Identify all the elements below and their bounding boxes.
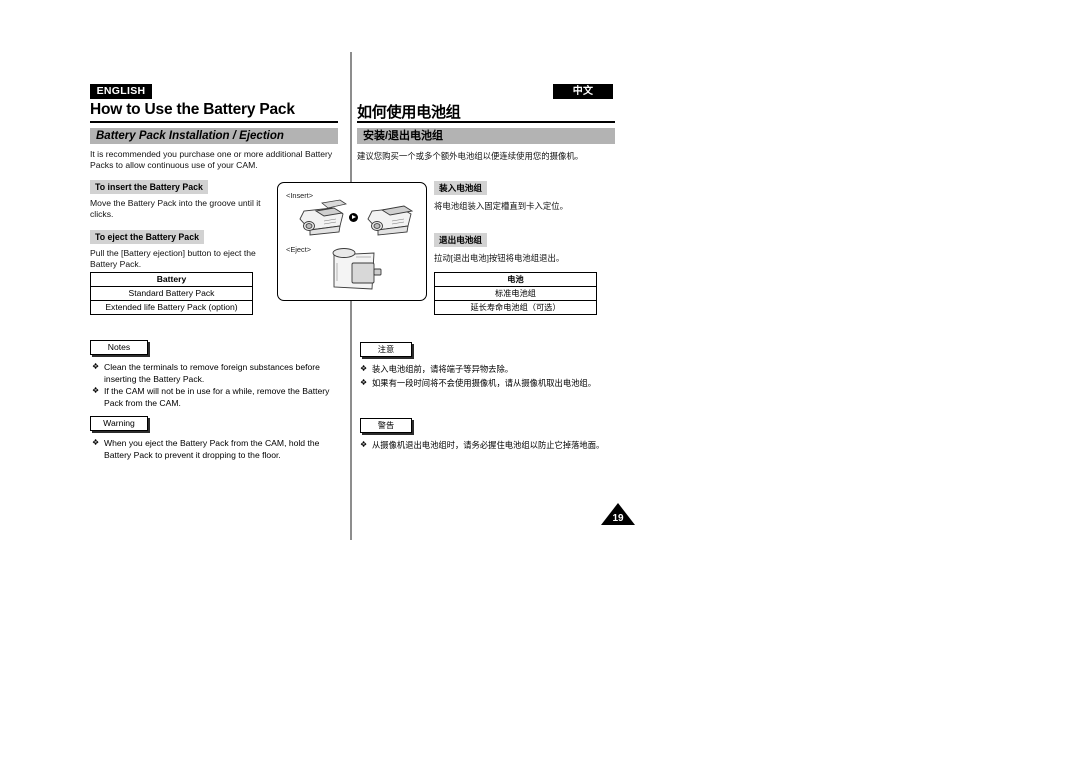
table-row: 电池 bbox=[434, 272, 597, 287]
battery-table-english: Battery Standard Battery Pack Extended l… bbox=[90, 272, 253, 315]
table-header-cell: 电池 bbox=[434, 272, 597, 287]
camcorder-illustration-battery-in bbox=[367, 205, 414, 236]
intro-paragraph-chinese: 建议您购买一个或多个额外电池组以便连续使用您的摄像机。 bbox=[357, 151, 584, 161]
list-item: Clean the terminals to remove foreign su… bbox=[92, 361, 340, 385]
notes-label-english: Notes bbox=[90, 340, 148, 355]
subheading-eject-chinese: 退出电池组 bbox=[434, 233, 487, 247]
camcorder-illustration-eject bbox=[332, 248, 382, 290]
warning-label-chinese: 警告 bbox=[360, 418, 412, 433]
eject-instructions-chinese: 拉动[退出电池]按钮将电池组退出。 bbox=[434, 253, 565, 263]
table-row: Extended life Battery Pack (option) bbox=[90, 300, 253, 315]
language-badge-chinese: 中文 bbox=[553, 84, 613, 99]
page-title-english: How to Use the Battery Pack bbox=[90, 101, 295, 118]
table-row: 延长寿命电池组（可选） bbox=[434, 300, 597, 315]
list-item: When you eject the Battery Pack from the… bbox=[92, 437, 340, 461]
subheading-insert-chinese: 装入电池组 bbox=[434, 181, 487, 195]
table-cell: Extended life Battery Pack (option) bbox=[90, 300, 253, 315]
insert-instructions-english: Move the Battery Pack into the groove un… bbox=[90, 198, 261, 219]
language-badge-english: ENGLISH bbox=[90, 84, 152, 99]
table-cell: 延长寿命电池组（可选） bbox=[434, 300, 597, 315]
table-row: 标准电池组 bbox=[434, 286, 597, 301]
subheading-insert-english: To insert the Battery Pack bbox=[90, 180, 208, 194]
page-title-chinese: 如何使用电池组 bbox=[357, 104, 461, 121]
intro-paragraph-english: It is recommended you purchase one or mo… bbox=[90, 149, 333, 170]
illustration-label-eject: <Eject> bbox=[286, 245, 312, 254]
notes-list-chinese: 装入电池组前，请将端子等异物去除。 如果有一段时间将不会使用摄像机，请从摄像机取… bbox=[360, 362, 630, 391]
table-cell: 标准电池组 bbox=[434, 286, 597, 301]
table-header-cell: Battery bbox=[90, 272, 253, 287]
warning-list-chinese: 从摄像机退出电池组时，请务必握住电池组以防止它掉落地面。 bbox=[360, 438, 630, 453]
notes-label-chinese: 注意 bbox=[360, 342, 412, 357]
eject-instructions-english: Pull the [Battery ejection] button to ej… bbox=[90, 248, 256, 269]
illustration-panel: <Insert> <Eject> bbox=[277, 182, 427, 301]
section-header-english: Battery Pack Installation / Ejection bbox=[90, 128, 338, 144]
subheading-eject-english: To eject the Battery Pack bbox=[90, 230, 204, 244]
table-row: Battery bbox=[90, 272, 253, 287]
title-rule-left bbox=[90, 121, 338, 123]
list-item: 如果有一段时间将不会使用摄像机，请从摄像机取出电池组。 bbox=[360, 376, 630, 390]
notes-list-english: Clean the terminals to remove foreign su… bbox=[92, 361, 340, 410]
warning-list-english: When you eject the Battery Pack from the… bbox=[92, 437, 340, 462]
battery-table-chinese: 电池 标准电池组 延长寿命电池组（可选） bbox=[434, 272, 597, 315]
table-cell: Standard Battery Pack bbox=[90, 286, 253, 301]
warning-label-english: Warning bbox=[90, 416, 148, 431]
table-row: Standard Battery Pack bbox=[90, 286, 253, 301]
list-item: 装入电池组前，请将端子等异物去除。 bbox=[360, 362, 630, 376]
insert-instructions-chinese: 将电池组装入固定槽直到卡入定位。 bbox=[434, 201, 568, 211]
manual-page: ENGLISH 中文 How to Use the Battery Pack 如… bbox=[0, 0, 1080, 763]
title-rule-right bbox=[357, 121, 615, 123]
list-item: If the CAM will not be in use for a whil… bbox=[92, 385, 340, 409]
camcorder-illustration-battery-out bbox=[299, 199, 348, 236]
section-header-chinese: 安装/退出电池组 bbox=[357, 128, 615, 144]
list-item: 从摄像机退出电池组时，请务必握住电池组以防止它掉落地面。 bbox=[360, 438, 630, 452]
play-arrow-icon bbox=[349, 213, 358, 222]
page-number: 19 bbox=[612, 513, 624, 524]
